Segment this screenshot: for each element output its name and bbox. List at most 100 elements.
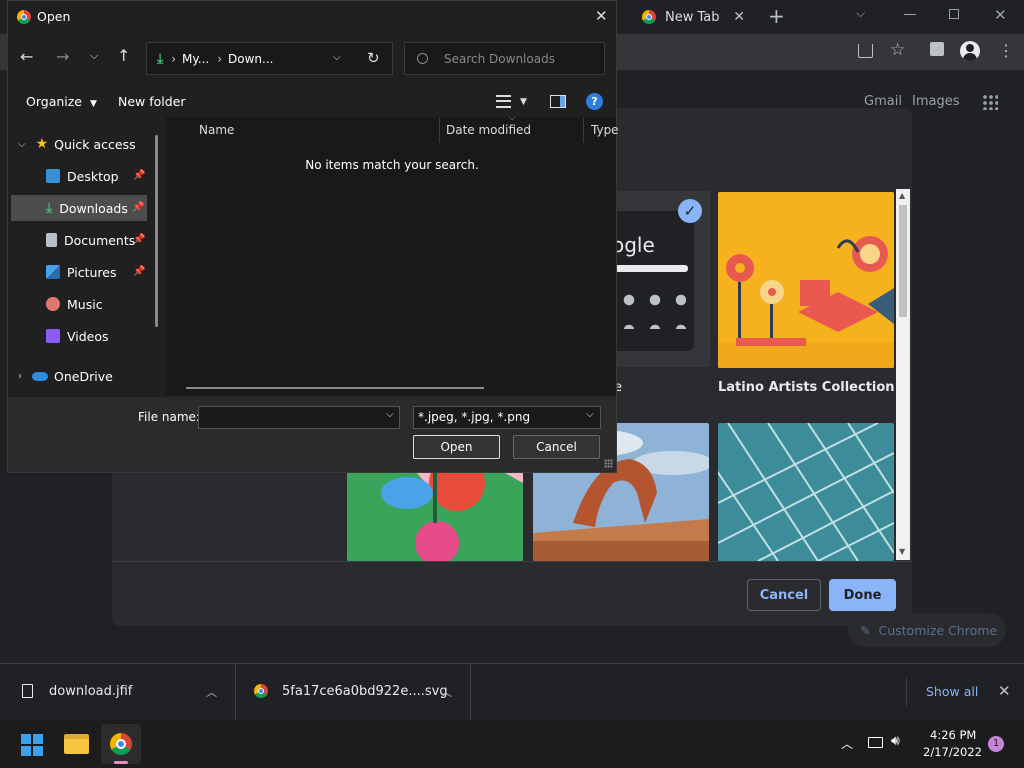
new-tab-button[interactable]: + [768,4,785,28]
profile-avatar-icon[interactable] [960,41,980,61]
download-item[interactable]: 5fa17ce6a0bd922e....svg ︿ [237,664,471,720]
preview-pane-icon[interactable] [550,95,566,108]
pin-icon[interactable]: 📌 [133,266,145,277]
nav-pane-scrollbar[interactable] [155,135,158,327]
pin-icon[interactable]: 📌 [132,202,144,213]
empty-folder-message: No items match your search. [305,158,479,172]
chrome-menu-icon[interactable]: ⋮ [998,41,1014,61]
modal-done-button[interactable]: Done [829,579,896,611]
sidebar-item-pictures[interactable]: Pictures 📌 [8,259,148,285]
restore-window-icon[interactable] [949,9,959,19]
horizontal-scrollbar[interactable] [186,387,484,389]
sidebar-item-onedrive[interactable]: › OneDrive [8,363,148,389]
sidebar-item-desktop[interactable]: Desktop 📌 [8,163,148,189]
search-placeholder: Search Downloads [444,51,555,66]
windows-start-icon[interactable] [21,734,43,756]
pin-icon[interactable]: 📌 [133,234,145,245]
extensions-icon[interactable] [930,42,944,56]
file-type-select[interactable]: *.jpeg, *.jpg, *.png ⌵ [413,406,601,429]
close-window-icon[interactable]: ✕ [994,6,1007,24]
resize-grip-icon[interactable] [604,459,613,468]
dialog-cancel-button[interactable]: Cancel [513,435,600,459]
tab-new-tab[interactable]: New Tab ✕ [630,2,755,32]
download-item-menu-chevron-icon[interactable]: ︿ [206,684,217,700]
forward-arrow-icon[interactable]: → [56,47,69,66]
apps-grid-icon[interactable] [982,94,998,110]
share-icon[interactable] [858,44,873,58]
sidebar-item-videos[interactable]: Videos [8,323,148,349]
background-tile-google[interactable]: ogle ✓ [610,191,710,367]
videos-icon [46,329,60,343]
view-options-icon[interactable] [496,95,511,108]
sidebar-item-downloads[interactable]: ⤓ Downloads 📌 [11,195,147,221]
view-dropdown-icon[interactable]: ▼ [520,97,527,107]
music-icon [46,297,60,311]
download-item-name: 5fa17ce6a0bd922e....svg [282,684,448,699]
refresh-icon[interactable]: ↻ [367,49,380,67]
column-header-name[interactable]: Name [199,123,234,137]
gmail-link[interactable]: Gmail [864,94,902,109]
download-item-menu-chevron-icon[interactable]: ︿ [441,684,452,700]
expand-chevron-icon[interactable]: › [18,371,22,382]
up-arrow-icon[interactable]: ↑ [117,46,130,65]
show-all-button[interactable]: Show all [926,684,978,699]
file-name-input[interactable] [198,406,400,429]
column-header-date-modified[interactable]: Date modified [446,123,531,137]
background-tile-latino-artists[interactable] [718,192,894,368]
dialog-open-button[interactable]: Open [413,435,500,459]
dialog-bottom-panel: File name: ⌵ *.jpeg, *.jpg, *.png ⌵ Open… [8,397,616,472]
new-folder-button[interactable]: New folder [118,94,186,109]
download-item[interactable]: download.jfif ︿ [0,664,236,720]
sidebar-item-music[interactable]: Music [8,291,148,317]
network-icon[interactable] [868,737,883,748]
scroll-up-arrow-icon[interactable]: ▲ [899,191,905,200]
breadcrumb-sep-2: › [217,51,223,66]
open-file-dialog: Open ✕ ← → ⌵ ↑ ⤓ › My... › Down... ⌵ ↻ S… [7,0,619,473]
scrollbar-thumb[interactable] [899,205,907,317]
back-arrow-icon[interactable]: ← [20,47,33,66]
pin-icon[interactable]: 📌 [133,170,145,181]
bookmark-star-icon[interactable]: ☆ [890,40,905,60]
chrome-icon [110,733,132,755]
breadcrumb-my[interactable]: My... [182,52,209,66]
scroll-down-arrow-icon[interactable]: ▼ [899,547,905,556]
clock-date[interactable]: 2/17/2022 [923,745,982,759]
sidebar-item-label: Desktop [67,168,119,184]
sort-indicator-icon: ⌵ [509,113,516,122]
close-downloads-bar-icon[interactable]: ✕ [998,682,1011,700]
organize-label: Organize [26,94,82,109]
search-box[interactable]: Search Downloads [404,42,605,75]
recent-locations-chevron-icon[interactable]: ⌵ [90,49,98,63]
address-bar[interactable]: ⤓ › My... › Down... ⌵ ↻ [146,42,393,75]
expand-chevron-icon[interactable]: ⌵ [18,139,26,150]
chrome-file-icon [254,684,268,698]
tab-close-icon[interactable]: ✕ [733,9,745,25]
minimize-window-icon[interactable] [904,14,916,15]
background-tile-glass[interactable] [718,423,894,561]
help-icon[interactable]: ? [586,93,603,110]
sidebar-item-quick-access[interactable]: ⌵ ★ Quick access [8,131,148,157]
volume-icon[interactable]: 🔊︎ [891,733,900,749]
column-header-type[interactable]: Type [591,123,619,137]
modal-cancel-button[interactable]: Cancel [747,579,821,611]
organize-button[interactable]: Organize ▼ [26,94,97,109]
file-name-dropdown-icon[interactable]: ⌵ [386,409,394,420]
tiles-scrollbar[interactable]: ▲ ▼ [896,189,910,560]
tab-search-chevron-icon[interactable]: ⌵ [856,6,865,21]
dialog-close-icon[interactable]: ✕ [595,7,608,25]
sidebar-item-label: Pictures [67,264,117,280]
chrome-app-icon [17,10,31,24]
sidebar-item-label: Music [67,296,103,312]
tray-overflow-chevron-icon[interactable]: ︿ [841,735,853,752]
sidebar-item-documents[interactable]: Documents 📌 [8,227,148,253]
file-explorer-icon[interactable] [64,734,89,754]
images-link[interactable]: Images [912,94,960,109]
breadcrumb-downloads[interactable]: Down... [228,52,273,66]
column-divider [583,117,584,143]
notification-badge[interactable]: 1 [988,736,1004,752]
clock-time[interactable]: 4:26 PM [930,728,976,742]
shortcut-dots [616,285,686,329]
address-dropdown-icon[interactable]: ⌵ [333,52,341,63]
chrome-taskbar-button[interactable] [101,724,141,764]
file-list: Name ⌵ Date modified Type No items match… [166,113,619,395]
